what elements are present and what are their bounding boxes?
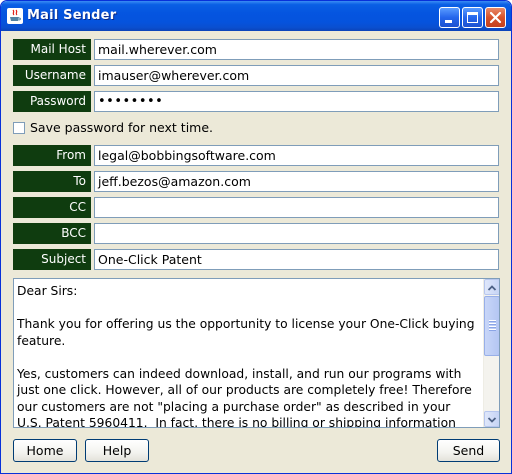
java-cup-icon: [7, 8, 23, 24]
subject-field[interactable]: One-Click Patent: [94, 249, 499, 270]
minimize-icon: [445, 20, 452, 23]
minimize-button[interactable]: [439, 7, 460, 28]
save-password-label[interactable]: Save password for next time.: [30, 120, 213, 136]
send-button[interactable]: Send: [437, 439, 500, 462]
password-field[interactable]: ••••••••: [94, 91, 499, 112]
scroll-down-button[interactable]: [484, 411, 499, 427]
cc-label: CC: [13, 197, 91, 218]
mail-host-label: Mail Host: [13, 39, 91, 60]
to-field[interactable]: jeff.bezos@amazon.com: [94, 171, 499, 192]
close-button[interactable]: [485, 7, 506, 28]
password-label: Password: [13, 91, 91, 112]
message-body-text[interactable]: Dear Sirs: Thank you for offering us the…: [17, 283, 483, 427]
bcc-field[interactable]: [94, 223, 499, 244]
arrow-up-icon: [487, 285, 497, 291]
from-label: From: [13, 145, 91, 166]
to-label: To: [13, 171, 91, 192]
from-field[interactable]: legal@bobbingsoftware.com: [94, 145, 499, 166]
username-field[interactable]: imauser@wherever.com: [94, 65, 499, 86]
scroll-up-button[interactable]: [484, 279, 499, 295]
maximize-button[interactable]: [462, 7, 483, 28]
grip-icon: [489, 320, 496, 332]
mail-host-field[interactable]: mail.wherever.com: [94, 39, 499, 60]
scrollbar-thumb[interactable]: [484, 296, 499, 356]
arrow-down-icon: [487, 417, 497, 423]
help-button[interactable]: Help: [85, 439, 149, 462]
home-button[interactable]: Home: [13, 439, 77, 462]
close-icon: [489, 11, 502, 24]
bcc-label: BCC: [13, 223, 91, 244]
window-title: Mail Sender: [27, 8, 117, 23]
mail-sender-window: Mail Sender Mail Host mail.wherever.com …: [0, 0, 512, 474]
maximize-icon: [467, 12, 478, 23]
save-password-checkbox[interactable]: [13, 122, 25, 134]
subject-label: Subject: [13, 249, 91, 270]
message-body-area[interactable]: Dear Sirs: Thank you for offering us the…: [13, 278, 500, 428]
title-bar[interactable]: Mail Sender: [1, 1, 511, 31]
cc-field[interactable]: [94, 197, 499, 218]
vertical-scrollbar[interactable]: [483, 279, 499, 427]
username-label: Username: [13, 65, 91, 86]
